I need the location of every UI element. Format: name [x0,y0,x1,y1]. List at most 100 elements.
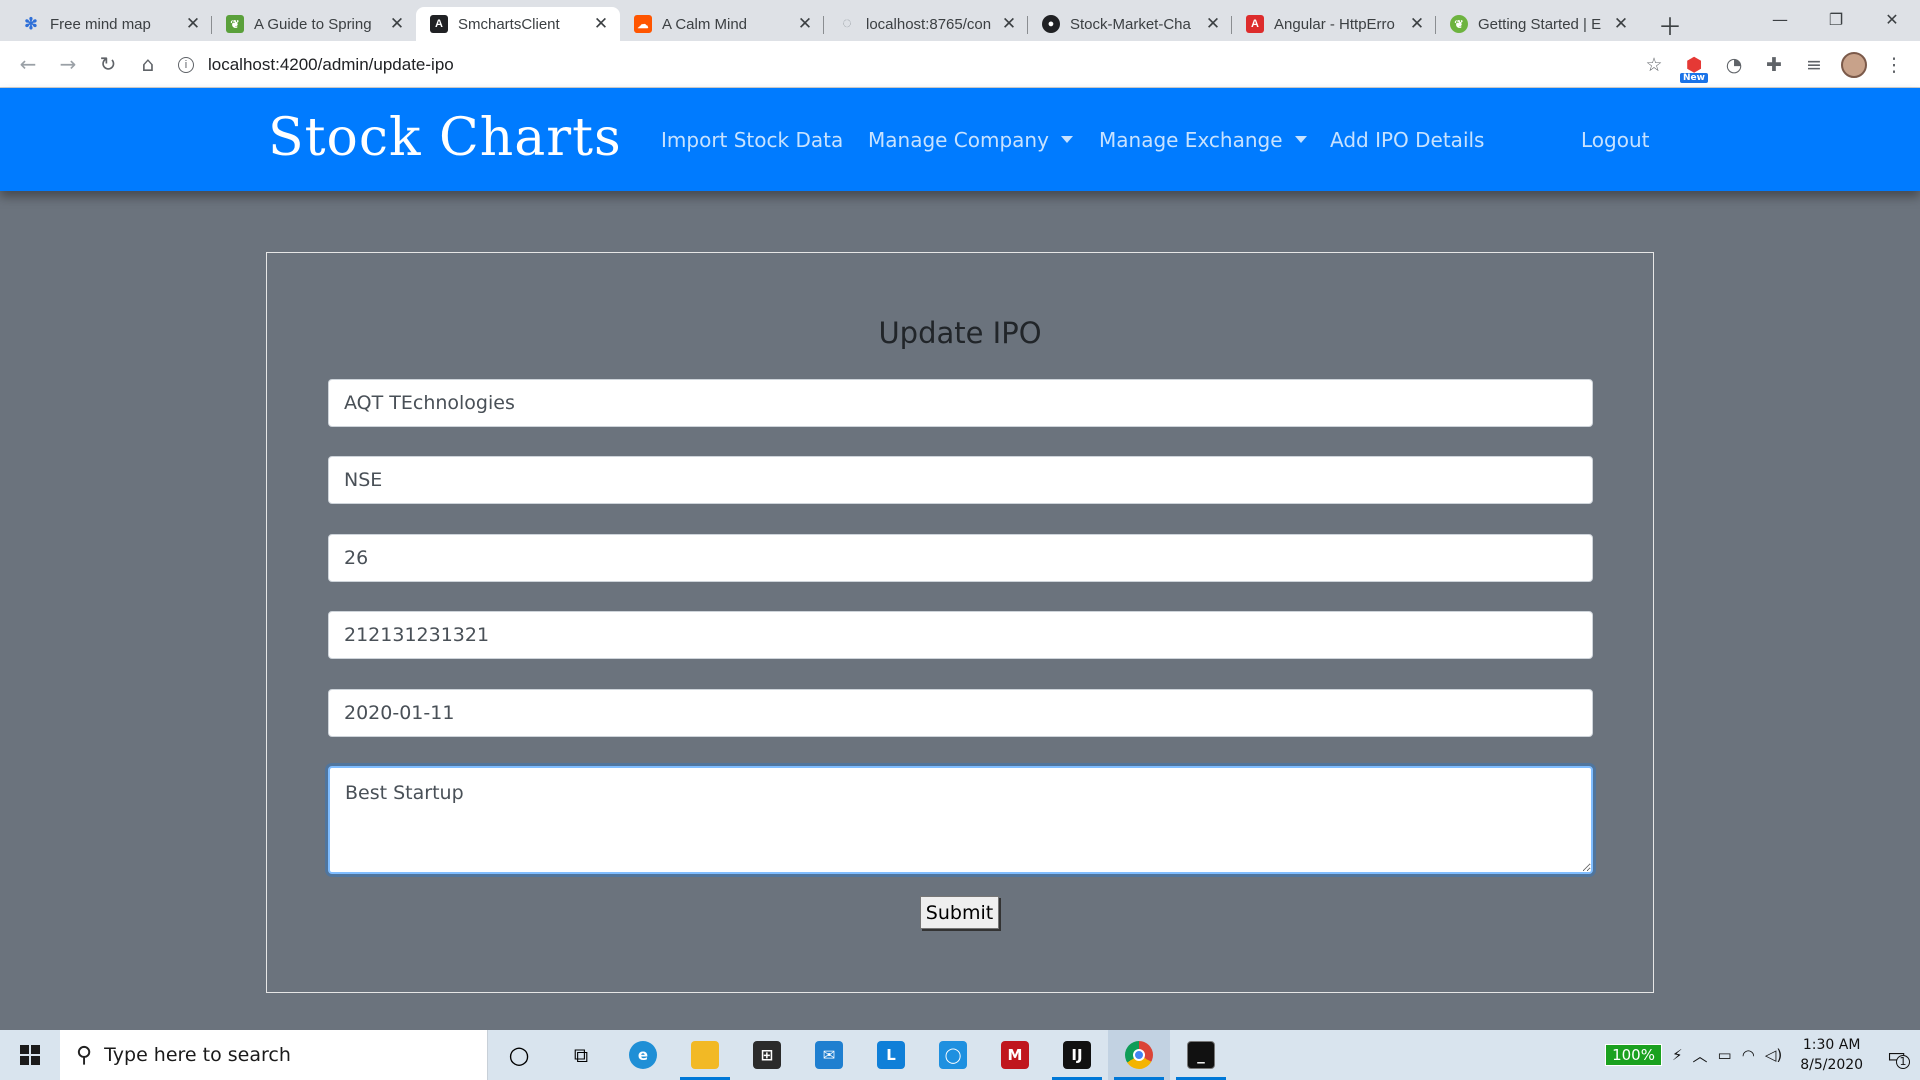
minimize-icon[interactable]: — [1752,0,1808,38]
system-tray: 100% ⚡ ︿ ▭ ◠ ◁) 1:30 AM 8/5/2020 ▭ 1 [1605,1030,1920,1080]
intellij-icon[interactable]: IJ [1046,1030,1108,1080]
nav-label: Manage Exchange [1099,128,1283,152]
browser-tabstrip: ✻ Free mind map ✕ ❦ A Guide to Spring ✕ … [0,0,1920,41]
remarks-textarea[interactable]: Best Startup [328,766,1593,874]
stock-exchange-input[interactable] [328,456,1593,504]
extension-icon[interactable]: ⬢ New [1678,49,1710,83]
company-name-input[interactable] [328,379,1593,427]
app-navbar: Stock Charts Import Stock Data Manage Co… [0,88,1920,191]
browser-tab-active[interactable]: A SmchartsClient ✕ [416,7,620,41]
cortana-icon[interactable]: ○ [488,1030,550,1080]
close-icon[interactable]: ✕ [592,14,610,34]
battery-percent[interactable]: 100% [1605,1044,1662,1066]
bookmark-star-icon[interactable]: ☆ [1638,49,1670,81]
browser-tab[interactable]: ◌ localhost:8765/con ✕ [824,7,1028,41]
browser-tab[interactable]: ✻ Free mind map ✕ [8,7,212,41]
total-shares-input[interactable] [328,611,1593,659]
chevron-up-icon[interactable]: ︿ [1693,1045,1708,1066]
close-icon[interactable]: ✕ [184,14,202,34]
nav-manage-exchange[interactable]: Manage Exchange [1099,128,1307,152]
reload-icon[interactable]: ↻ [88,46,128,82]
app-blue-icon[interactable]: ◯ [922,1030,984,1080]
browser-tab[interactable]: ● Stock-Market-Cha ✕ [1028,7,1232,41]
volume-icon[interactable]: ◁) [1765,1046,1782,1064]
notification-count: 1 [1896,1055,1910,1069]
tab-title: A Guide to Spring [254,15,372,33]
close-icon[interactable]: ✕ [388,14,406,34]
wifi-icon[interactable]: ◠ [1742,1046,1755,1064]
browser-tab[interactable]: ❦ Getting Started | E ✕ [1436,7,1640,41]
site-info-icon[interactable]: i [178,57,194,73]
search-placeholder: Type here to search [104,1044,291,1066]
clock[interactable]: 1:30 AM 8/5/2020 [1800,1035,1863,1075]
new-tab-button[interactable]: ＋ [1654,8,1686,41]
nav-import-stock-data[interactable]: Import Stock Data [661,128,843,152]
soundcloud-icon: ☁ [634,15,652,33]
close-icon[interactable]: ✕ [1204,14,1222,34]
profile-avatar[interactable] [1838,49,1870,81]
browser-tab[interactable]: ☁ A Calm Mind ✕ [620,7,824,41]
globe-icon: ◌ [842,15,852,32]
open-date-input[interactable] [328,689,1593,737]
windows-start-icon[interactable] [0,1030,60,1080]
submit-button[interactable]: Submit [920,896,999,929]
address-bar[interactable]: i localhost:4200/admin/update-ipo [178,47,1638,83]
back-icon[interactable]: ← [8,46,48,82]
caret-down-icon [1294,136,1307,143]
close-icon[interactable]: ✕ [1000,14,1018,34]
mcafee-icon[interactable]: M [984,1030,1046,1080]
sync-icon[interactable]: ◔ [1718,49,1750,81]
reading-list-icon[interactable]: ≡ [1798,49,1830,81]
terminal-icon[interactable]: _ [1170,1030,1232,1080]
price-per-share-input[interactable] [328,534,1593,582]
tab-title: Getting Started | E [1478,15,1602,33]
leaf-icon: ❦ [226,15,244,33]
mail-icon[interactable]: ✉ [798,1030,860,1080]
edge-icon[interactable]: e [612,1030,674,1080]
home-icon[interactable]: ⌂ [128,46,168,82]
tab-title: Stock-Market-Cha [1070,15,1191,33]
toolbar-actions: ☆ ⬢ New ◔ ✚ ≡ ⋮ [1638,47,1910,83]
spring-icon: ❦ [1450,15,1468,33]
mindmap-icon: ✻ [24,16,38,33]
browser-toolbar: ← → ↻ ⌂ i localhost:4200/admin/update-ip… [0,41,1920,88]
page-title: Update IPO [878,316,1042,350]
clock-time: 1:30 AM [1802,1037,1861,1053]
close-window-icon[interactable]: ✕ [1864,0,1920,38]
taskbar-search-box[interactable]: ⚲ Type here to search [60,1030,488,1080]
tab-title: Angular - HttpErro [1274,15,1395,33]
close-icon[interactable]: ✕ [796,14,814,34]
close-icon[interactable]: ✕ [1612,14,1630,34]
tab-title: Free mind map [50,15,151,33]
store-icon[interactable]: ⊞ [736,1030,798,1080]
update-ipo-card: Update IPO Best Startup Submit [266,252,1654,993]
browser-tab[interactable]: ❦ A Guide to Spring ✕ [212,7,416,41]
puzzle-icon[interactable]: ✚ [1758,49,1790,81]
tab-title: localhost:8765/con [866,15,992,33]
url-text: localhost:4200/admin/update-ipo [208,55,454,74]
angular-icon: A [1246,15,1264,33]
nav-add-ipo-details[interactable]: Add IPO Details [1330,128,1484,152]
battery-icon[interactable]: ▭ [1718,1046,1732,1064]
tab-title: A Calm Mind [662,15,748,33]
browser-tab[interactable]: A Angular - HttpErro ✕ [1232,7,1436,41]
menu-kebab-icon[interactable]: ⋮ [1878,49,1910,81]
close-icon[interactable]: ✕ [1408,14,1426,34]
plug-icon[interactable]: ⚡ [1672,1046,1683,1064]
brand-logo[interactable]: Stock Charts [268,108,622,168]
tab-title: SmchartsClient [458,15,560,33]
nav-manage-company[interactable]: Manage Company [868,128,1073,152]
chrome-icon[interactable] [1108,1030,1170,1080]
new-badge: New [1680,73,1708,83]
angular-icon: A [430,15,448,33]
github-icon: ● [1042,15,1060,33]
restore-icon[interactable]: ❐ [1808,0,1864,38]
task-view-icon[interactable]: ⧉ [550,1030,612,1080]
nav-label: Manage Company [868,128,1049,152]
search-icon: ⚲ [76,1042,93,1068]
file-explorer-icon[interactable] [674,1030,736,1080]
nav-logout[interactable]: Logout [1581,128,1649,152]
notification-icon[interactable]: ▭ 1 [1887,1043,1910,1069]
forward-icon[interactable]: → [48,46,88,82]
lync-icon[interactable]: L [860,1030,922,1080]
